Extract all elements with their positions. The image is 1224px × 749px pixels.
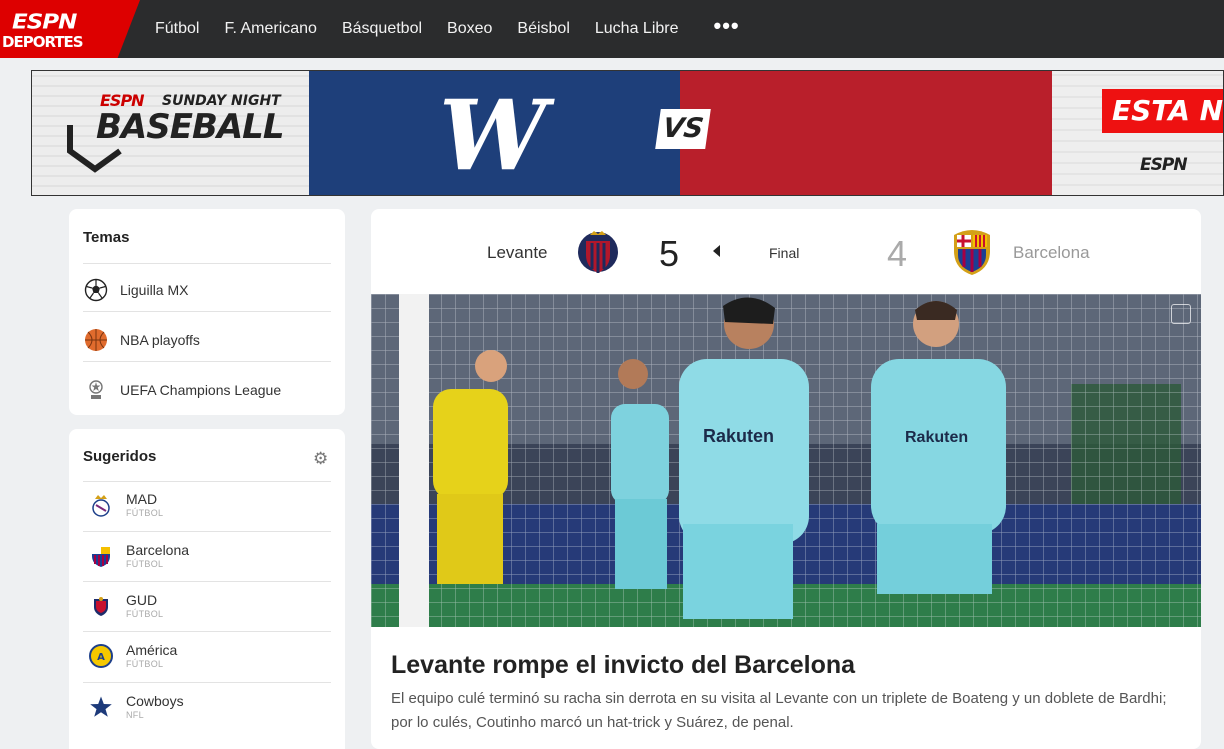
tema-item-liguilla-mx[interactable]: Liguilla MX <box>83 275 188 305</box>
divider <box>83 682 331 683</box>
story-photo[interactable]: Rakuten Rakuten <box>371 294 1201 627</box>
divider <box>83 311 331 312</box>
team-sport: FÚTBOL <box>126 659 164 669</box>
divider <box>83 531 331 532</box>
levante-crest-icon <box>578 231 618 273</box>
basketball-icon <box>83 327 109 353</box>
tema-label: UEFA Champions League <box>120 382 282 398</box>
more-menu-icon[interactable]: ••• <box>714 13 740 39</box>
soccer-match-photo: Rakuten Rakuten <box>371 294 1201 627</box>
suggested-team-america[interactable]: A América FÚTBOL <box>89 642 177 670</box>
real-madrid-crest-icon <box>89 493 113 517</box>
team-name: MAD <box>126 491 158 507</box>
tema-label: Liguilla MX <box>120 282 189 298</box>
barcelona-crest-icon <box>89 544 113 568</box>
away-score: 4 <box>887 233 908 274</box>
diamondbacks-panel: A <box>680 71 1052 195</box>
banner-show-panel: ESPN SUNDAY NIGHT BASEBALL <box>32 71 309 195</box>
temas-card: Temas Liguilla MX NBA playoffs UEFA Cham… <box>69 209 345 415</box>
guadalajara-crest-icon <box>89 594 113 618</box>
story-headline[interactable]: Levante rompe el invicto del Barcelona <box>391 651 855 680</box>
tema-item-uefa-champions-league[interactable]: UEFA Champions League <box>83 375 281 405</box>
team-sport: FÚTBOL <box>126 559 164 569</box>
team-sport: NFL <box>126 710 144 720</box>
top-story-card[interactable]: Levante 5 Final 4 Barcelona Rakuten Raku… <box>371 209 1201 749</box>
svg-text:A: A <box>97 652 105 663</box>
sugeridos-title: Sugeridos <box>83 448 157 465</box>
jersey-sponsor-2: Rakuten <box>905 429 968 446</box>
nav-futbol-americano[interactable]: F. Americano <box>224 20 316 38</box>
banner-cta-text[interactable]: ESTA NO <box>1102 89 1223 133</box>
sugeridos-card: Sugeridos ⚙ MAD FÚTBOL Barcelona FÚTBOL … <box>69 429 345 749</box>
suggested-team-cowboys[interactable]: Cowboys NFL <box>89 693 184 721</box>
top-navigation: ESPN DEPORTES Fútbol F. Americano Básque… <box>0 0 1224 58</box>
divider <box>83 481 331 482</box>
team-name: Barcelona <box>126 542 190 558</box>
nationals-panel: W <box>309 71 680 195</box>
team-sport: FÚTBOL <box>126 508 164 518</box>
logo-deportes-text: DEPORTES <box>2 33 84 51</box>
home-team-name[interactable]: Levante <box>487 243 548 263</box>
suggested-team-barcelona[interactable]: Barcelona FÚTBOL <box>89 542 189 570</box>
team-name: América <box>126 642 178 658</box>
tema-item-nba-playoffs[interactable]: NBA playoffs <box>83 325 200 355</box>
divider <box>83 263 331 264</box>
nav-boxeo[interactable]: Boxeo <box>447 20 492 38</box>
divider <box>83 361 331 362</box>
divider <box>83 581 331 582</box>
gear-icon[interactable]: ⚙ <box>313 449 328 469</box>
suggested-team-mad[interactable]: MAD FÚTBOL <box>89 491 163 519</box>
sport-nav: Fútbol F. Americano Básquetbol Boxeo Béi… <box>155 0 740 58</box>
versus-label: VS <box>655 109 711 149</box>
winner-arrow-icon <box>713 245 720 257</box>
nationals-logo: W <box>439 79 547 192</box>
match-status: Final <box>769 245 800 261</box>
america-crest-icon: A <box>89 644 113 668</box>
champions-league-icon <box>83 377 109 403</box>
temas-title: Temas <box>83 229 130 246</box>
team-name: GUD <box>126 592 158 608</box>
home-score: 5 <box>659 233 680 274</box>
nav-basquetbol[interactable]: Básquetbol <box>342 20 422 38</box>
logo-espn-text: ESPN <box>12 10 77 34</box>
banner-network-logo: ESPN <box>1140 155 1188 175</box>
divider <box>83 631 331 632</box>
tema-label: NBA playoffs <box>120 332 200 348</box>
nav-lucha-libre[interactable]: Lucha Libre <box>595 20 679 38</box>
home-plate-icon <box>67 125 122 173</box>
nav-futbol[interactable]: Fútbol <box>155 20 199 38</box>
star-icon <box>89 695 113 719</box>
expand-icon[interactable] <box>1171 304 1191 324</box>
scoreboard-strip[interactable]: Levante 5 Final 4 Barcelona <box>371 209 1201 294</box>
sunday-night-baseball-banner[interactable]: ESPN SUNDAY NIGHT BASEBALL W A VS ESTA N… <box>31 70 1224 196</box>
jersey-sponsor: Rakuten <box>703 426 774 446</box>
suggested-team-gud[interactable]: GUD FÚTBOL <box>89 592 163 620</box>
away-team-name[interactable]: Barcelona <box>1013 243 1090 263</box>
banner-show-main: BASEBALL <box>96 107 284 147</box>
team-sport: FÚTBOL <box>126 609 164 619</box>
barcelona-crest-icon <box>954 230 990 275</box>
soccer-ball-icon <box>83 277 109 303</box>
team-name: Cowboys <box>126 693 184 709</box>
espn-deportes-logo[interactable]: ESPN DEPORTES <box>0 0 140 58</box>
nav-beisbol[interactable]: Béisbol <box>517 20 569 38</box>
story-summary: El equipo culé terminó su racha sin derr… <box>391 690 1167 731</box>
